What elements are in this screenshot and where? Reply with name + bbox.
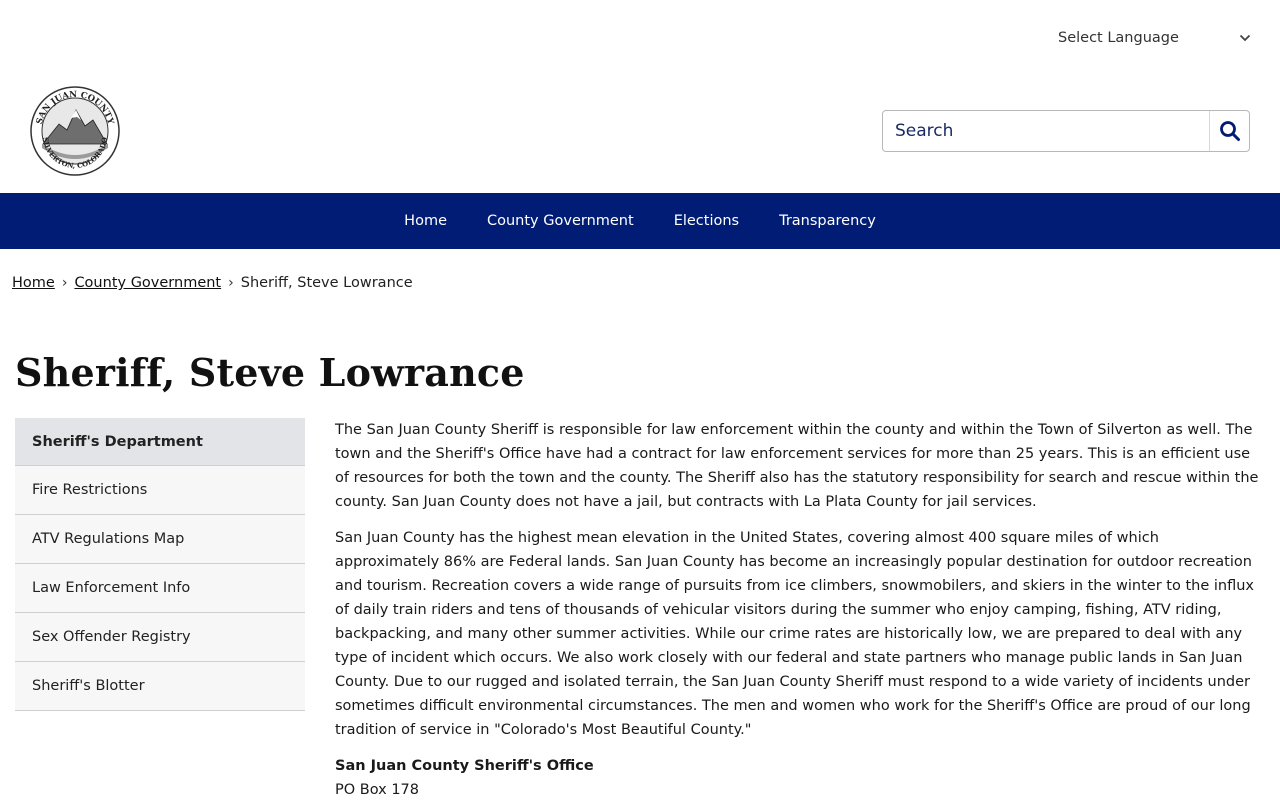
search-button[interactable]	[1209, 111, 1249, 151]
side-nav-item-law-enforcement-info[interactable]: Law Enforcement Info	[15, 564, 305, 613]
main-nav: Home County Government Elections Transpa…	[0, 193, 1280, 249]
content-paragraph: San Juan County has the highest mean ele…	[335, 530, 1254, 738]
nav-item-transparency[interactable]: Transparency	[759, 193, 896, 249]
side-nav: Sheriff's Department Fire Restrictions A…	[15, 418, 305, 711]
breadcrumb-county-government-link[interactable]: County Government	[74, 275, 221, 291]
county-seal-logo[interactable]: SAN JUAN COUNTY SILVERTON, COLORADO	[29, 86, 121, 176]
main-content: The San Juan County Sheriff is responsib…	[335, 418, 1267, 800]
search-input[interactable]	[883, 111, 1209, 151]
content-paragraph: The San Juan County Sheriff is responsib…	[335, 422, 1259, 510]
office-name: San Juan County Sheriff's Office	[335, 758, 594, 774]
side-nav-item-sheriffs-blotter[interactable]: Sheriff's Blotter	[15, 662, 305, 711]
breadcrumb: Home › County Government › Sheriff, Stev…	[12, 275, 413, 291]
search-icon	[1219, 121, 1240, 141]
breadcrumb-home-link[interactable]: Home	[12, 275, 55, 291]
language-select[interactable]: Select Language	[1058, 26, 1252, 50]
breadcrumb-separator: ›	[61, 275, 68, 291]
office-po-box: PO Box 178	[335, 782, 420, 798]
page-title: Sheriff, Steve Lowrance	[15, 350, 525, 395]
breadcrumb-separator: ›	[228, 275, 234, 291]
nav-item-elections[interactable]: Elections	[654, 193, 759, 249]
breadcrumb-current: Sheriff, Steve Lowrance	[240, 275, 413, 291]
side-nav-item-sheriffs-department[interactable]: Sheriff's Department	[15, 418, 305, 466]
chevron-down-icon	[1238, 31, 1252, 45]
side-nav-item-sex-offender-registry[interactable]: Sex Offender Registry	[15, 613, 305, 662]
county-seal-icon: SAN JUAN COUNTY SILVERTON, COLORADO	[30, 86, 120, 176]
side-nav-item-atv-regulations-map[interactable]: ATV Regulations Map	[15, 515, 305, 564]
language-select-label: Select Language	[1058, 30, 1179, 46]
side-nav-item-fire-restrictions[interactable]: Fire Restrictions	[15, 466, 305, 515]
nav-item-county-government[interactable]: County Government	[467, 193, 654, 249]
search-box	[882, 110, 1250, 152]
nav-item-home[interactable]: Home	[384, 193, 467, 249]
